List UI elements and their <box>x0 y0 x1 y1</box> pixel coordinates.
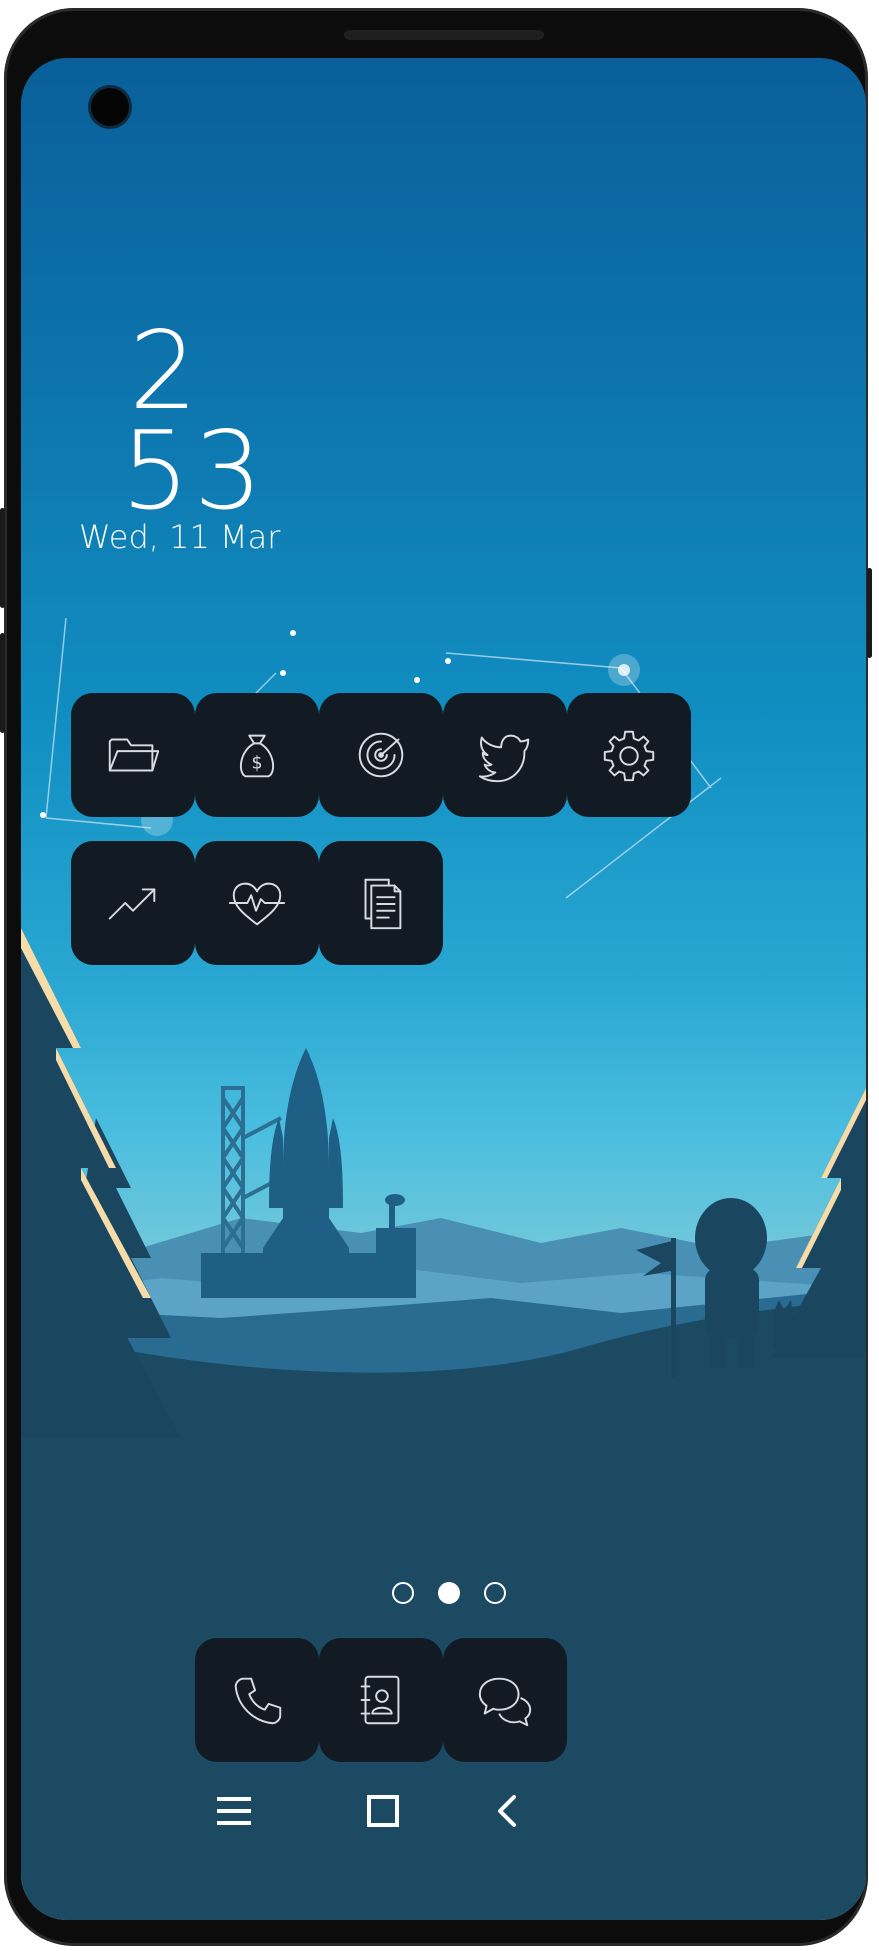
phone-icon <box>234 1677 282 1725</box>
contacts-icon <box>360 1675 400 1725</box>
svg-text:$: $ <box>251 754 262 774</box>
documents-app[interactable] <box>319 841 443 965</box>
stocks-app[interactable] <box>71 841 195 965</box>
contacts-app[interactable] <box>319 1638 443 1762</box>
money-app[interactable]: $ <box>195 693 319 817</box>
money-bag-icon: $ <box>239 734 275 778</box>
twitter-app[interactable] <box>443 693 567 817</box>
files-app[interactable] <box>71 693 195 817</box>
trending-up-icon <box>108 888 156 920</box>
chat-icon <box>478 1677 532 1727</box>
documents-icon <box>364 878 402 930</box>
front-camera <box>91 88 129 126</box>
settings-gear-icon <box>603 730 655 782</box>
volume-up-button <box>0 508 5 608</box>
back-chevron-icon <box>498 1795 516 1827</box>
earpiece-speaker <box>344 30 544 40</box>
back-button[interactable] <box>483 1786 533 1836</box>
page-indicator[interactable] <box>389 1581 509 1605</box>
home-button[interactable] <box>358 1786 408 1836</box>
folder-icon <box>108 738 160 772</box>
home-screen: 2 53 Wed, 11 Mar $ <box>21 58 866 1920</box>
menu-icon <box>217 1797 251 1825</box>
menu-button[interactable] <box>209 1786 259 1836</box>
volume-down-button <box>0 633 5 733</box>
page-dot-2-active[interactable] <box>438 1582 460 1604</box>
clock-minute: 53 <box>121 409 267 534</box>
twitter-bird-icon <box>478 734 530 783</box>
power-button <box>867 568 872 658</box>
settings-app[interactable] <box>567 693 691 817</box>
phone-frame: 2 53 Wed, 11 Mar $ <box>0 8 872 1946</box>
home-square-icon <box>367 1795 399 1827</box>
navigation-bar <box>21 1748 866 1868</box>
heartbeat-icon <box>228 882 286 926</box>
clock-date: Wed, 11 Mar <box>79 518 281 556</box>
page-dot-3[interactable] <box>484 1582 506 1604</box>
radar-app[interactable] <box>319 693 443 817</box>
radar-icon <box>358 732 404 778</box>
page-dot-1[interactable] <box>392 1582 414 1604</box>
health-app[interactable] <box>195 841 319 965</box>
messages-app[interactable] <box>443 1638 567 1762</box>
phone-app[interactable] <box>195 1638 319 1762</box>
